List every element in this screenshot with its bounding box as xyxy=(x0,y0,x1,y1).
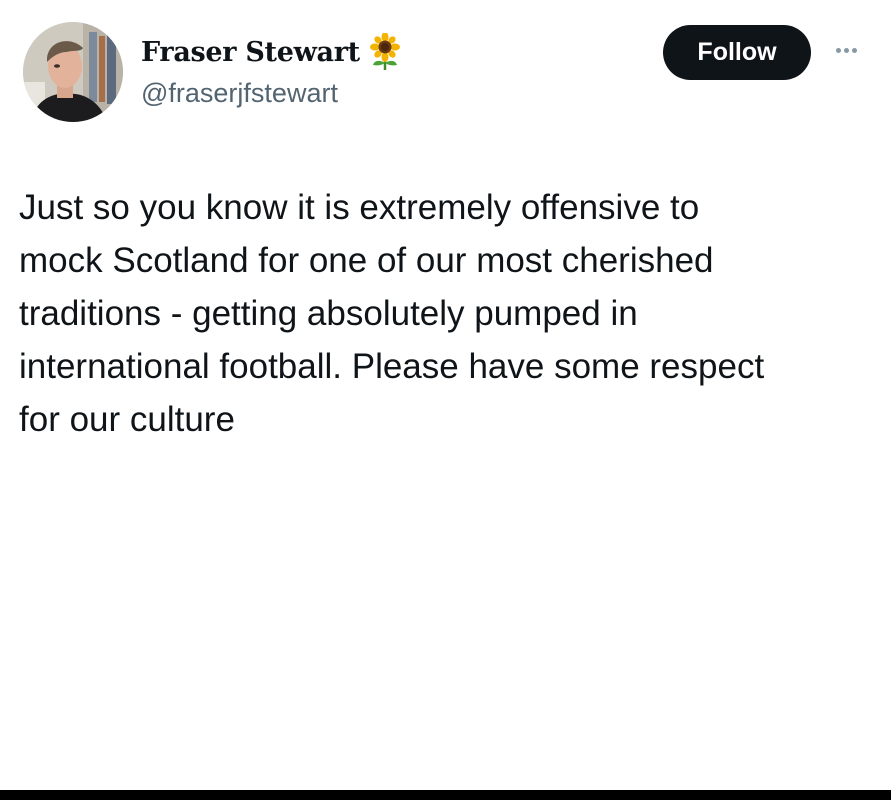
follow-button[interactable]: Follow xyxy=(663,25,811,80)
author-display-name[interactable]: Fraser Stewart xyxy=(141,37,360,68)
bottom-edge-bar xyxy=(0,790,891,800)
author-handle[interactable]: @fraserjfstewart xyxy=(141,78,338,109)
more-dot xyxy=(835,47,841,53)
avatar[interactable] xyxy=(23,22,123,122)
avatar-photo xyxy=(23,22,123,122)
sunflower-emoji-icon xyxy=(369,33,400,70)
author-name-row: Fraser Stewart xyxy=(141,33,402,71)
tweet-text: Just so you know it is extremely offensi… xyxy=(19,188,765,439)
tweet-card: Fraser Stewart @fraserjfstewart Follow J… xyxy=(0,0,891,790)
more-dot xyxy=(851,47,857,53)
more-dot xyxy=(843,47,849,53)
more-options-icon[interactable] xyxy=(828,38,864,62)
